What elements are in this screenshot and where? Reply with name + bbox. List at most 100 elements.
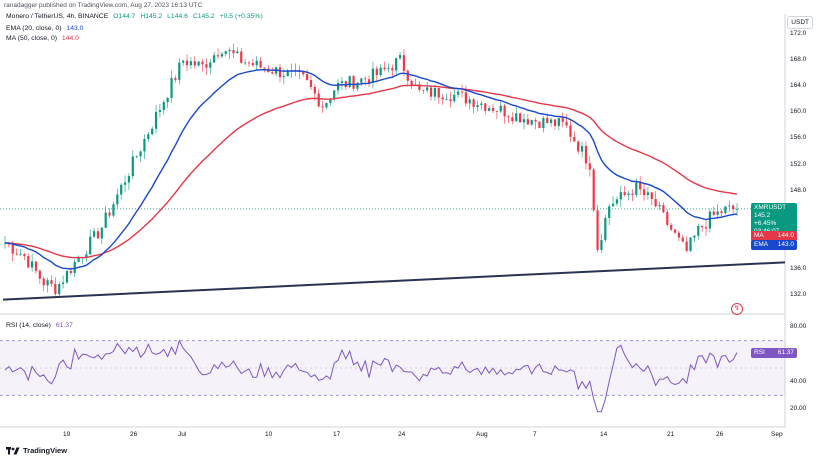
rsi-legend-label: RSI (14, close) xyxy=(6,322,51,329)
candle-body xyxy=(422,89,425,91)
candle-body xyxy=(561,118,564,122)
candle-body xyxy=(58,283,61,295)
rsi-legend[interactable]: RSI (14, close) 61.37 xyxy=(6,322,73,329)
time-axis-label: 7 xyxy=(533,431,537,438)
candle-body xyxy=(244,62,247,64)
price-axis-label: 132.0 xyxy=(790,291,807,298)
currency-button[interactable]: USDT xyxy=(787,16,813,29)
candle-body xyxy=(666,212,669,225)
candle-body xyxy=(197,61,200,66)
candle-body xyxy=(375,68,378,76)
ma-tag-label: MA xyxy=(754,232,764,239)
trend-line xyxy=(2,261,786,301)
ema-legend[interactable]: EMA (20, close, 0) 143.0 xyxy=(6,25,83,32)
candle-body xyxy=(387,68,390,70)
candle-body xyxy=(468,99,471,104)
candle-body xyxy=(670,224,673,230)
tradingview-logo[interactable]: TradingView xyxy=(6,446,67,455)
candle-body xyxy=(615,199,619,204)
candle-body xyxy=(728,205,731,207)
candle-body xyxy=(120,184,123,195)
candle-body xyxy=(151,128,154,135)
candle-body xyxy=(522,119,526,123)
candle-body xyxy=(445,99,448,101)
candle-body xyxy=(123,182,127,185)
candle-body xyxy=(573,136,576,142)
candle-body xyxy=(654,198,657,207)
candle-body xyxy=(732,205,735,210)
candle-body xyxy=(542,117,545,129)
candle-body xyxy=(480,103,483,106)
time-axis-label: Aug xyxy=(476,431,488,438)
ema-legend-label: EMA (20, close, 0) xyxy=(6,25,62,32)
candle-body xyxy=(693,235,696,238)
price-chart[interactable] xyxy=(0,0,823,461)
candle-body xyxy=(317,93,320,107)
time-axis-label: 17 xyxy=(333,431,341,438)
symbol-line[interactable]: Monero / TetherUS, 4h, BINANCE xyxy=(6,13,108,20)
candle-body xyxy=(530,119,533,125)
candle-body xyxy=(34,261,38,271)
candle-body xyxy=(383,67,386,70)
ohlc-low: L144.6 xyxy=(167,13,188,20)
price-axis-label: 136.0 xyxy=(790,264,807,272)
candle-body xyxy=(182,60,185,63)
time-axis-label: Jul xyxy=(178,431,187,438)
price-axis-label: 152.0 xyxy=(790,160,807,168)
candle-body xyxy=(519,113,522,123)
candle-body xyxy=(19,254,22,256)
candle-body xyxy=(185,60,189,66)
ma-legend[interactable]: MA (50, close, 0) 144.0 xyxy=(6,35,79,42)
candle-body xyxy=(251,63,254,66)
candle-body xyxy=(348,76,351,88)
candle-body xyxy=(31,261,34,268)
price-axis-label: 164.0 xyxy=(790,82,807,90)
candle-body xyxy=(271,72,274,74)
candle-body xyxy=(441,97,444,100)
candle-body xyxy=(724,206,727,214)
candle-body xyxy=(174,77,177,80)
candle-body xyxy=(627,193,630,195)
candle-body xyxy=(220,53,223,57)
candle-body xyxy=(127,176,131,183)
candle-body xyxy=(631,193,634,195)
price-axis-label: 148.0 xyxy=(790,186,807,194)
candle-body xyxy=(54,283,57,295)
candle-body xyxy=(162,102,165,111)
candle-body xyxy=(515,113,518,122)
candle-body xyxy=(77,257,80,262)
candle-body xyxy=(681,237,684,242)
candle-body xyxy=(712,211,715,215)
ema-price-tag: EMA 143.0 xyxy=(751,240,797,250)
candle-body xyxy=(503,105,506,117)
ohlc-close: C145.2 xyxy=(192,13,215,20)
candle-body xyxy=(379,67,382,76)
rsi-axis-label: 20.00 xyxy=(790,405,807,412)
time-axis-label: 24 xyxy=(398,431,406,438)
time-axis-label: 26 xyxy=(130,431,138,438)
candle-body xyxy=(61,282,65,284)
candle-body xyxy=(263,67,266,69)
symbol-legend: Monero / TetherUS, 4h, BINANCE O144.7 H1… xyxy=(6,13,263,20)
candle-body xyxy=(391,68,394,71)
candle-body xyxy=(704,227,708,229)
rsi-legend-value: 61.37 xyxy=(55,322,73,329)
rsi-axis-label: 40.00 xyxy=(790,377,807,385)
candle-body xyxy=(193,61,196,66)
rsi-axis-label: 80.00 xyxy=(790,323,807,330)
candle-body xyxy=(495,111,498,112)
event-marker-icon[interactable]: ↯ xyxy=(731,303,743,315)
time-axis-label: Sep xyxy=(771,431,783,438)
ohlc-change: +0.5 (+0.35%) xyxy=(219,13,263,20)
candle-body xyxy=(484,103,487,111)
candle-body xyxy=(580,145,584,152)
candle-body xyxy=(584,145,588,164)
candle-body xyxy=(488,107,491,111)
candle-body xyxy=(112,204,115,216)
candle-body xyxy=(313,86,316,94)
price-axis-label: 172.0 xyxy=(790,30,807,37)
candle-body xyxy=(499,105,502,112)
candle-body xyxy=(658,205,661,207)
candle-body xyxy=(69,270,72,273)
candle-body xyxy=(491,107,495,112)
